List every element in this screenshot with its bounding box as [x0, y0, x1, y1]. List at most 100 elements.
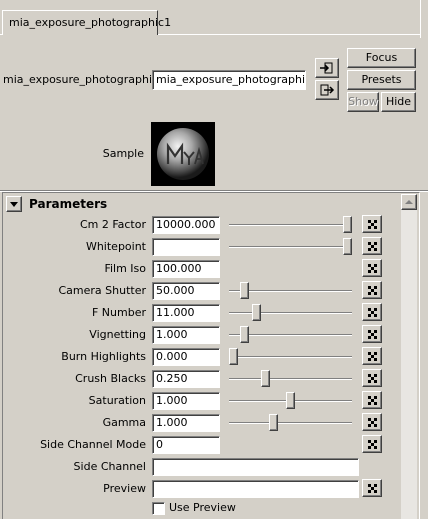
- scrollbar[interactable]: [401, 194, 417, 519]
- scroll-up-arrow-icon: [405, 200, 413, 204]
- param-value-field[interactable]: 1.000: [152, 414, 220, 432]
- param-value: 50.000: [156, 284, 195, 297]
- side-channel-label: Side Channel: [73, 460, 146, 473]
- checker-map-icon: [368, 220, 377, 229]
- param-value: 0.250: [156, 372, 188, 385]
- select-output-button[interactable]: [315, 80, 339, 100]
- param-value-field[interactable]: 11.000: [152, 304, 220, 322]
- triangle-down-icon: [10, 202, 18, 207]
- param-map-button[interactable]: [362, 325, 382, 343]
- param-slider-thumb[interactable]: [252, 304, 261, 321]
- checker-map-icon: [368, 418, 377, 427]
- param-value: 1.000: [156, 328, 188, 341]
- param-value-field[interactable]: 1.000: [152, 326, 220, 344]
- arrow-into-box-icon: [320, 62, 333, 74]
- checker-map-icon: [368, 374, 377, 383]
- param-slider-track[interactable]: [229, 312, 352, 314]
- tab-node[interactable]: mia_exposure_photographic1: [2, 10, 171, 35]
- param-value: 1.000: [156, 416, 188, 429]
- param-label: Vignetting: [89, 328, 146, 341]
- focus-button[interactable]: Focus: [347, 48, 416, 68]
- param-map-button[interactable]: [362, 215, 382, 233]
- param-value: 100.000: [156, 262, 202, 275]
- param-map-button[interactable]: [362, 391, 382, 409]
- collapse-button[interactable]: [6, 196, 22, 212]
- hide-button[interactable]: Hide: [381, 92, 416, 112]
- preview-label: Preview: [103, 482, 146, 495]
- param-value-field[interactable]: 0: [152, 436, 220, 454]
- checker-map-icon: [368, 352, 377, 361]
- checker-map-icon: [368, 484, 377, 493]
- scroll-up-button[interactable]: [401, 194, 417, 210]
- param-value-field[interactable]: 0.000: [152, 348, 220, 366]
- param-value: 0: [156, 438, 163, 451]
- param-map-button[interactable]: [362, 281, 382, 299]
- checker-map-icon: [368, 396, 377, 405]
- param-label: F Number: [91, 306, 146, 319]
- checker-map-icon: [368, 286, 377, 295]
- param-value-field[interactable]: 0.250: [152, 370, 220, 388]
- param-value: 11.000: [156, 306, 195, 319]
- preview-map-button[interactable]: [362, 479, 382, 497]
- param-slider-thumb[interactable]: [240, 282, 249, 299]
- checker-map-icon: [368, 308, 377, 317]
- arrow-out-of-box-icon: [320, 84, 335, 96]
- param-label: Saturation: [88, 394, 146, 407]
- param-value-field[interactable]: 1.000: [152, 392, 220, 410]
- sample-label: Sample: [102, 147, 144, 160]
- param-slider-thumb[interactable]: [261, 370, 270, 387]
- param-label: Gamma: [102, 416, 146, 429]
- param-slider-thumb[interactable]: [343, 216, 352, 233]
- side-channel-field[interactable]: [152, 458, 359, 476]
- checker-map-icon: [368, 440, 377, 449]
- select-input-button[interactable]: [315, 58, 339, 78]
- param-value-field[interactable]: [152, 238, 220, 256]
- param-slider-track[interactable]: [229, 224, 352, 226]
- param-slider-track[interactable]: [229, 246, 352, 248]
- param-label: Camera Shutter: [58, 284, 146, 297]
- param-label: Crush Blacks: [75, 372, 146, 385]
- param-slider-track[interactable]: [229, 356, 352, 358]
- tab-bar: mia_exposure_photographic1: [0, 0, 428, 36]
- preview-field[interactable]: [152, 480, 359, 498]
- param-map-button[interactable]: [362, 369, 382, 387]
- node-name-value: mia_exposure_photographic1: [156, 73, 306, 86]
- checker-map-icon: [368, 264, 377, 273]
- frame-edge: [420, 0, 421, 38]
- presets-button[interactable]: Presets: [347, 70, 416, 90]
- param-slider-track[interactable]: [229, 378, 352, 380]
- param-value-field[interactable]: 100.000: [152, 260, 220, 278]
- maya-logo-icon: [157, 128, 209, 180]
- param-map-button[interactable]: [362, 347, 382, 365]
- param-label: Film Iso: [104, 262, 146, 275]
- param-slider-track[interactable]: [229, 422, 352, 424]
- param-slider-thumb[interactable]: [286, 392, 295, 409]
- param-map-button[interactable]: [362, 435, 382, 453]
- section-title: Parameters: [29, 197, 108, 211]
- param-map-button[interactable]: [362, 413, 382, 431]
- param-map-button[interactable]: [362, 259, 382, 277]
- param-map-button[interactable]: [362, 237, 382, 255]
- checker-map-icon: [368, 242, 377, 251]
- param-map-button[interactable]: [362, 303, 382, 321]
- use-preview-label: Use Preview: [169, 501, 236, 514]
- checker-map-icon: [368, 330, 377, 339]
- param-value-field[interactable]: 10000.000: [152, 216, 220, 234]
- param-label: Side Channel Mode: [40, 438, 146, 451]
- param-label: Whitepoint: [85, 240, 146, 253]
- param-slider-thumb[interactable]: [269, 414, 278, 431]
- param-label: Burn Highlights: [61, 350, 146, 363]
- param-value-field[interactable]: 50.000: [152, 282, 220, 300]
- param-slider-thumb[interactable]: [343, 238, 352, 255]
- node-name-field[interactable]: mia_exposure_photographic1: [152, 70, 306, 90]
- param-value: 10000.000: [156, 218, 216, 231]
- sample-swatch[interactable]: [151, 122, 215, 186]
- show-button[interactable]: Show: [347, 92, 379, 112]
- use-preview-checkbox[interactable]: [152, 502, 165, 515]
- node-type-label: mia_exposure_photographic:: [3, 73, 162, 86]
- param-label: Cm 2 Factor: [79, 218, 146, 231]
- param-slider-thumb[interactable]: [240, 326, 249, 343]
- param-slider-thumb[interactable]: [229, 348, 238, 365]
- param-value: 1.000: [156, 394, 188, 407]
- param-value: 0.000: [156, 350, 188, 363]
